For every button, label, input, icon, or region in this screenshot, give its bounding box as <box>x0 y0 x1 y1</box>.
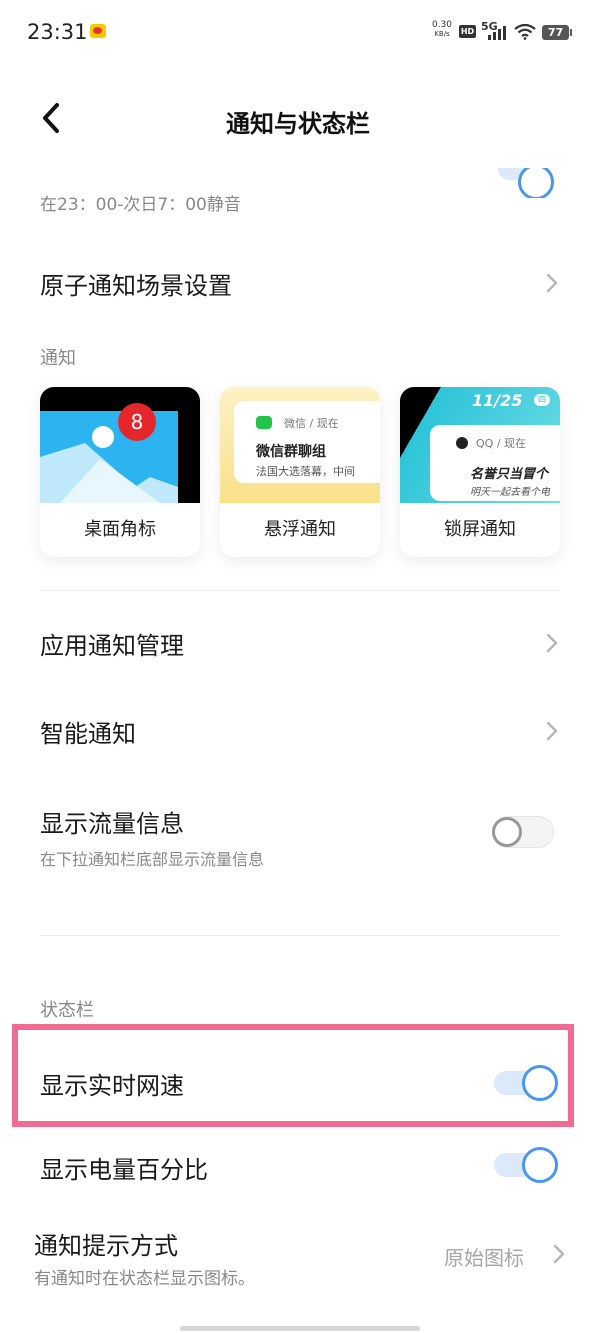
smart-notification-row[interactable]: 智能通知 <box>0 698 600 764</box>
badge-count: 8 <box>118 403 156 441</box>
battery-icon: 77 <box>542 25 572 40</box>
home-indicator[interactable] <box>180 1326 420 1331</box>
dnd-subtitle: 在23：00-次日7：00静音 <box>40 195 241 215</box>
atomic-notification-row[interactable]: 原子通知场景设置 <box>0 250 600 316</box>
preview-title: 名誉只当冒个 <box>470 467 549 482</box>
dnd-toggle[interactable] <box>490 168 560 198</box>
status-time: 23:31 <box>27 20 88 44</box>
net-speed-unit: KB/s <box>434 30 450 38</box>
preview-title: 微信群聊组 <box>256 444 326 460</box>
card-caption: 锁屏通知 <box>444 519 516 540</box>
qq-icon <box>456 437 468 449</box>
smart-notify-label: 智能通知 <box>40 720 136 748</box>
traffic-subtitle: 在下拉通知栏底部显示流量信息 <box>40 850 265 869</box>
net-speed-indicator: 0.30 KB/s <box>431 21 453 39</box>
lockscreen-preview-image: 11/25 四 QQ / 现在 名誉只当冒个 明天一起去看个电 <box>400 387 560 503</box>
hd-voice-icon: HD <box>459 25 476 38</box>
wifi-icon <box>514 24 536 40</box>
section-statusbar-label: 状态栏 <box>40 1000 94 1021</box>
preview-body: 明天一起去看个电 <box>470 487 550 498</box>
divider <box>40 590 560 591</box>
preview-app-name: 微信 / 现在 <box>284 417 339 430</box>
chevron-right-icon <box>546 633 558 653</box>
card-caption: 悬浮通知 <box>264 519 336 540</box>
section-notify-label: 通知 <box>40 348 76 369</box>
traffic-title: 显示流量信息 <box>40 810 184 838</box>
floating-notification-card[interactable]: 微信 / 现在 微信群聊组 法国大选落幕，中间 悬浮通知 <box>220 387 380 557</box>
atomic-label: 原子通知场景设置 <box>40 272 232 300</box>
traffic-toggle[interactable] <box>490 814 556 850</box>
chevron-right-icon <box>553 1244 565 1264</box>
preview-app-name: QQ / 现在 <box>476 437 527 450</box>
notify-style-subtitle: 有通知时在状态栏显示图标。 <box>34 1269 255 1289</box>
net-speed-value: 0.30 <box>431 20 453 30</box>
divider <box>40 935 560 936</box>
notify-style-title: 通知提示方式 <box>34 1232 178 1260</box>
preview-body: 法国大选落幕，中间 <box>256 465 355 478</box>
back-arrow-icon[interactable] <box>38 101 68 135</box>
gallery-app-icon <box>40 411 178 503</box>
battery-percent-title: 显示电量百分比 <box>40 1156 208 1184</box>
battery-percent-row: 显示电量百分比 <box>0 1134 600 1200</box>
battery-percent-toggle[interactable] <box>494 1147 558 1183</box>
wechat-icon <box>256 416 272 429</box>
badge-preview-image: 8 <box>40 387 200 503</box>
lockscreen-notification-card[interactable]: 11/25 四 QQ / 现在 名誉只当冒个 明天一起去看个电 锁屏通知 <box>400 387 560 557</box>
app-notification-manage-row[interactable]: 应用通知管理 <box>0 610 600 676</box>
page-title: 通知与状态栏 <box>226 110 370 138</box>
notification-style-row[interactable]: 通知提示方式 有通知时在状态栏显示图标。 原始图标 <box>0 1218 600 1292</box>
card-caption: 桌面角标 <box>84 519 156 540</box>
weibo-notification-icon <box>90 24 106 38</box>
notify-style-value: 原始图标 <box>444 1246 524 1270</box>
chevron-right-icon <box>546 273 558 293</box>
chevron-right-icon <box>546 721 558 741</box>
app-notify-label: 应用通知管理 <box>40 632 184 660</box>
highlight-box <box>12 1024 574 1127</box>
traffic-info-row: 显示流量信息 在下拉通知栏底部显示流量信息 <box>0 796 600 876</box>
signal-icon <box>484 26 508 40</box>
preview-date: 11/25 <box>472 391 523 410</box>
floating-preview-image: 微信 / 现在 微信群聊组 法国大选落幕，中间 <box>220 387 380 503</box>
preview-weekday: 四 <box>534 394 550 406</box>
badge-style-card[interactable]: 8 桌面角标 <box>40 387 200 557</box>
